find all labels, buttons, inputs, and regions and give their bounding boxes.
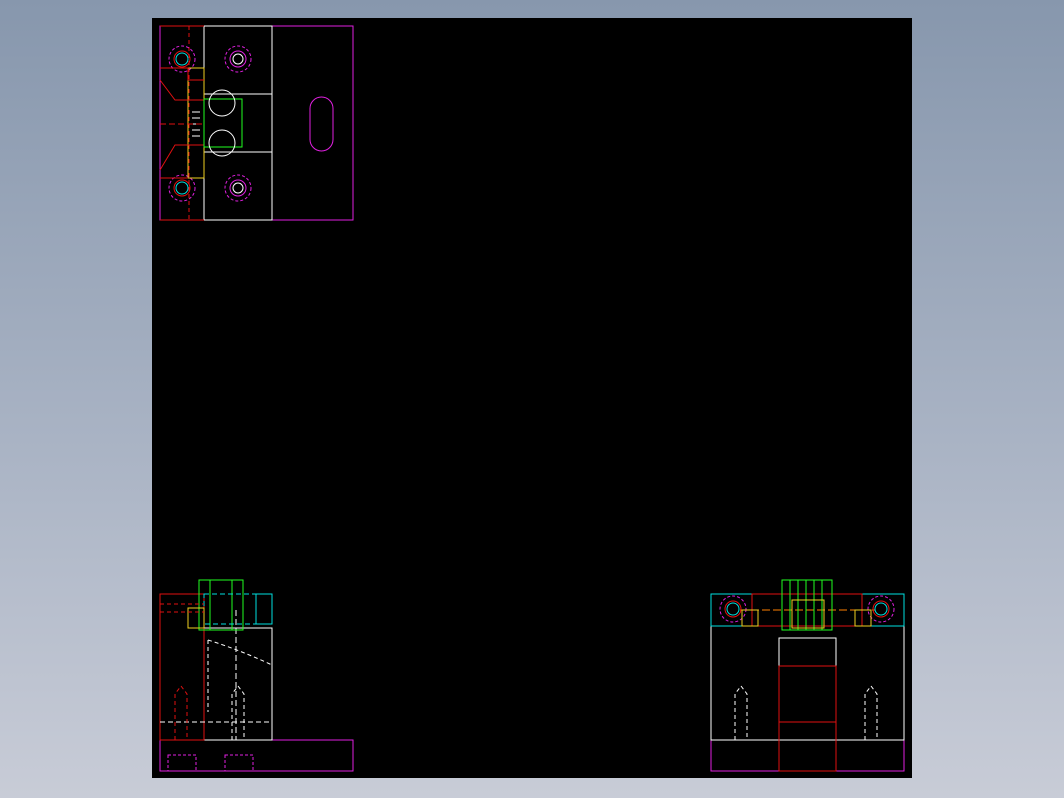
bolt-hole-icon <box>224 45 252 73</box>
screw-icon <box>231 685 245 740</box>
side-view-block <box>710 625 905 741</box>
top-view-block-outline <box>203 25 273 221</box>
side-view[interactable] <box>710 579 905 772</box>
top-view[interactable] <box>159 25 354 221</box>
cad-drawing-canvas[interactable] <box>152 18 912 778</box>
bolt-hole-icon <box>867 595 895 623</box>
top-view-insert <box>187 67 205 179</box>
screw-icon <box>734 685 748 740</box>
screw-icon <box>864 685 878 740</box>
front-view-side-block <box>159 593 205 741</box>
front-view[interactable] <box>159 579 354 772</box>
cad-drawing-viewport[interactable] <box>152 18 912 778</box>
side-view-base-plate <box>710 739 905 772</box>
slot-hole-icon <box>309 96 334 152</box>
bolt-hole-icon <box>224 174 252 202</box>
bolt-hole-icon <box>168 174 196 202</box>
front-view-block <box>203 627 273 741</box>
screw-icon <box>174 685 188 740</box>
